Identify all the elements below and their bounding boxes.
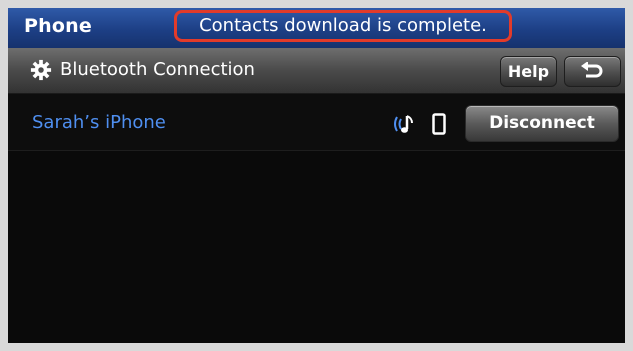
page-title: Bluetooth Connection: [60, 59, 255, 80]
app-title: Phone: [24, 15, 92, 37]
notification-banner: Contacts download is complete.: [174, 10, 512, 42]
device-list-empty-area: [8, 151, 625, 343]
phone-screen: Phone Contacts download is complete. Blu…: [8, 8, 625, 343]
disconnect-button[interactable]: Disconnect: [465, 105, 619, 142]
status-bar: Phone Contacts download is complete.: [8, 8, 625, 48]
bluetooth-audio-icon: [394, 115, 413, 133]
back-arrow-icon: [581, 62, 603, 78]
back-button[interactable]: [564, 56, 621, 87]
phone-icon: [432, 113, 446, 135]
device-name[interactable]: Sarah’s iPhone: [32, 112, 166, 133]
gear-icon: [30, 59, 52, 81]
help-button[interactable]: Help: [500, 56, 557, 87]
